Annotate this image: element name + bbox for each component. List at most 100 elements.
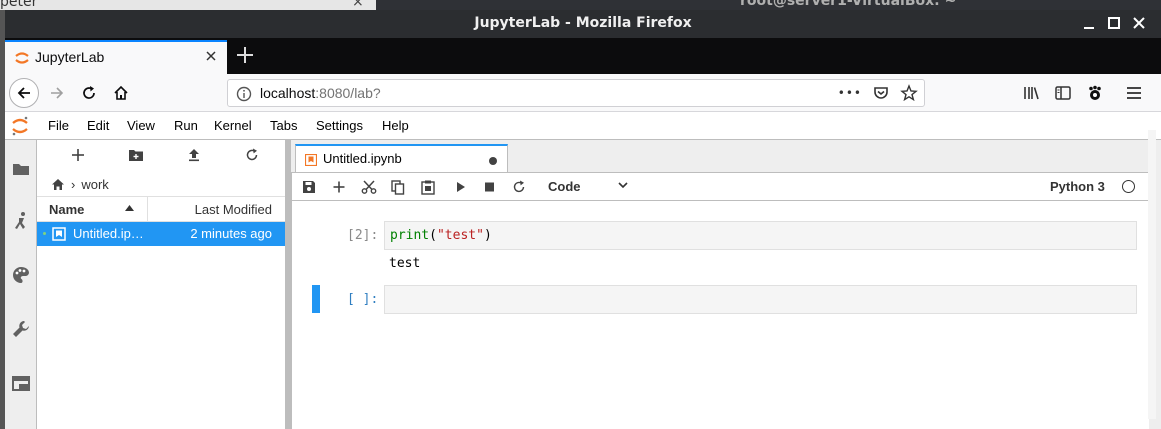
file-name: Untitled.ip…	[73, 226, 144, 241]
notebook-tab-icon	[305, 154, 317, 166]
save-icon[interactable]	[302, 180, 316, 194]
file-list-header: Name Last Modified	[37, 196, 285, 222]
url-text[interactable]: localhost:8080/lab?	[260, 85, 381, 101]
minimize-icon[interactable]	[1080, 14, 1098, 32]
right-scrollbar[interactable]	[1148, 130, 1156, 419]
upload-icon[interactable]	[187, 148, 201, 162]
unsaved-changes-icon[interactable]	[489, 157, 497, 165]
wrench-icon[interactable]	[10, 318, 32, 340]
browser-tab-bar: JupyterLab	[5, 38, 1161, 74]
jupyter-menubar: File Edit View Run Kernel Tabs Settings …	[5, 112, 1161, 140]
notebook-tab-label: Untitled.ipynb	[323, 151, 402, 166]
code-paren-close: )	[483, 228, 492, 243]
url-host: localhost	[260, 85, 316, 101]
file-browser-panel: › work Name Last Modified Untitled.ip… 2…	[37, 140, 285, 429]
notebook-panel: Code Python 3 [2]: print("test") test [ …	[291, 172, 1149, 429]
bookmark-star-icon[interactable]	[900, 84, 918, 102]
running-indicator	[43, 232, 46, 235]
cell-input-prompt: [2]:	[347, 228, 379, 243]
paste-icon[interactable]	[421, 180, 435, 195]
code-function: print	[390, 228, 430, 243]
menu-run[interactable]: Run	[174, 118, 198, 133]
jupyter-favicon-icon	[14, 50, 30, 66]
home-folder-icon[interactable]	[51, 178, 65, 191]
insert-cell-icon[interactable]	[332, 180, 346, 194]
hamburger-menu-icon[interactable]	[1122, 81, 1146, 105]
extension-icon[interactable]	[1083, 81, 1107, 105]
close-window-icon[interactable]	[1130, 14, 1148, 32]
cut-icon[interactable]	[361, 180, 377, 194]
close-tab-icon[interactable]	[204, 49, 218, 63]
restart-kernel-icon[interactable]	[512, 180, 526, 194]
cell-type-dropdown[interactable]: Code	[548, 179, 581, 194]
home-button[interactable]	[109, 81, 133, 105]
site-info-icon[interactable]	[236, 86, 252, 102]
column-last-modified[interactable]: Last Modified	[195, 202, 272, 217]
url-path: :8080/lab?	[315, 85, 381, 101]
browser-tab-label: JupyterLab	[35, 49, 105, 65]
breadcrumb-separator: ›	[71, 177, 76, 192]
new-launcher-icon[interactable]	[71, 148, 85, 162]
desktop-background: peter × root@server1-VirtualBox: ~	[0, 0, 1161, 10]
forward-button[interactable]	[45, 81, 69, 105]
notebook-file-icon	[52, 227, 66, 241]
sort-ascending-icon[interactable]	[125, 205, 134, 211]
open-tabs-icon[interactable]	[10, 372, 32, 394]
menu-help[interactable]: Help	[382, 118, 409, 133]
window-title: JupyterLab - Mozilla Firefox	[474, 15, 692, 31]
background-close-icon[interactable]: ×	[352, 0, 364, 10]
maximize-icon[interactable]	[1105, 14, 1123, 32]
terminal-window-title: root@server1-VirtualBox: ~	[740, 0, 957, 9]
kernel-name[interactable]: Python 3	[1050, 179, 1105, 194]
menu-kernel[interactable]: Kernel	[214, 118, 252, 133]
column-divider	[147, 197, 148, 221]
active-cell-indicator	[312, 285, 320, 313]
code-cell-input[interactable]: print("test")	[384, 221, 1137, 250]
cell-output: test	[389, 256, 421, 271]
jupyter-body: › work Name Last Modified Untitled.ip… 2…	[5, 140, 1161, 429]
new-folder-icon[interactable]	[128, 148, 144, 162]
run-cell-icon[interactable]	[455, 180, 467, 194]
reload-button[interactable]	[77, 81, 101, 105]
file-list-item[interactable]: Untitled.ip… 2 minutes ago	[37, 222, 285, 246]
firefox-window: JupyterLab - Mozilla Firefox JupyterLab	[5, 10, 1161, 429]
back-arrow-icon	[17, 87, 30, 99]
library-icon[interactable]	[1019, 81, 1043, 105]
menu-edit[interactable]: Edit	[87, 118, 109, 133]
breadcrumb-folder[interactable]: work	[81, 177, 108, 192]
code-cell-input-empty[interactable]	[384, 285, 1137, 314]
menu-file[interactable]: File	[48, 118, 69, 133]
breadcrumb: › work	[51, 177, 109, 192]
home-icon	[114, 85, 128, 100]
command-palette-icon[interactable]	[10, 264, 32, 286]
back-button[interactable]	[9, 78, 39, 108]
notebook-toolbar: Code Python 3	[292, 173, 1149, 201]
cell-input-prompt-active: [ ]:	[347, 292, 379, 307]
file-browser-folder-icon[interactable]	[10, 158, 32, 180]
sidebar-toggle-icon[interactable]	[1051, 81, 1075, 105]
background-terminal-window: root@server1-VirtualBox: ~	[376, 0, 1161, 10]
menu-view[interactable]: View	[127, 118, 155, 133]
kernel-status-icon	[1122, 180, 1135, 193]
new-tab-icon[interactable]	[235, 42, 255, 66]
pocket-icon[interactable]	[872, 84, 890, 102]
url-bar[interactable]: localhost:8080/lab? •••	[227, 79, 925, 107]
main-dock-area: Untitled.ipynb Code Python 3 [2]: print(…	[291, 140, 1161, 429]
browser-nav-bar: localhost:8080/lab? •••	[5, 74, 1161, 112]
file-modified: 2 minutes ago	[190, 226, 272, 241]
browser-tab-jupyterlab[interactable]: JupyterLab	[5, 40, 227, 74]
chevron-down-icon[interactable]	[618, 182, 628, 189]
file-browser-toolbar	[37, 140, 285, 170]
window-titlebar: JupyterLab - Mozilla Firefox	[5, 10, 1161, 38]
tab-untitled-notebook[interactable]: Untitled.ipynb	[295, 144, 508, 173]
column-name[interactable]: Name	[49, 202, 84, 217]
interrupt-kernel-icon[interactable]	[484, 180, 496, 194]
page-actions-icon[interactable]: •••	[838, 84, 862, 102]
code-paren-open: (	[429, 228, 437, 243]
menu-tabs[interactable]: Tabs	[270, 118, 297, 133]
menu-settings[interactable]: Settings	[316, 118, 363, 133]
refresh-icon[interactable]	[245, 148, 259, 162]
running-kernels-icon[interactable]	[10, 210, 32, 232]
left-sidebar	[5, 140, 37, 429]
copy-icon[interactable]	[391, 180, 405, 195]
